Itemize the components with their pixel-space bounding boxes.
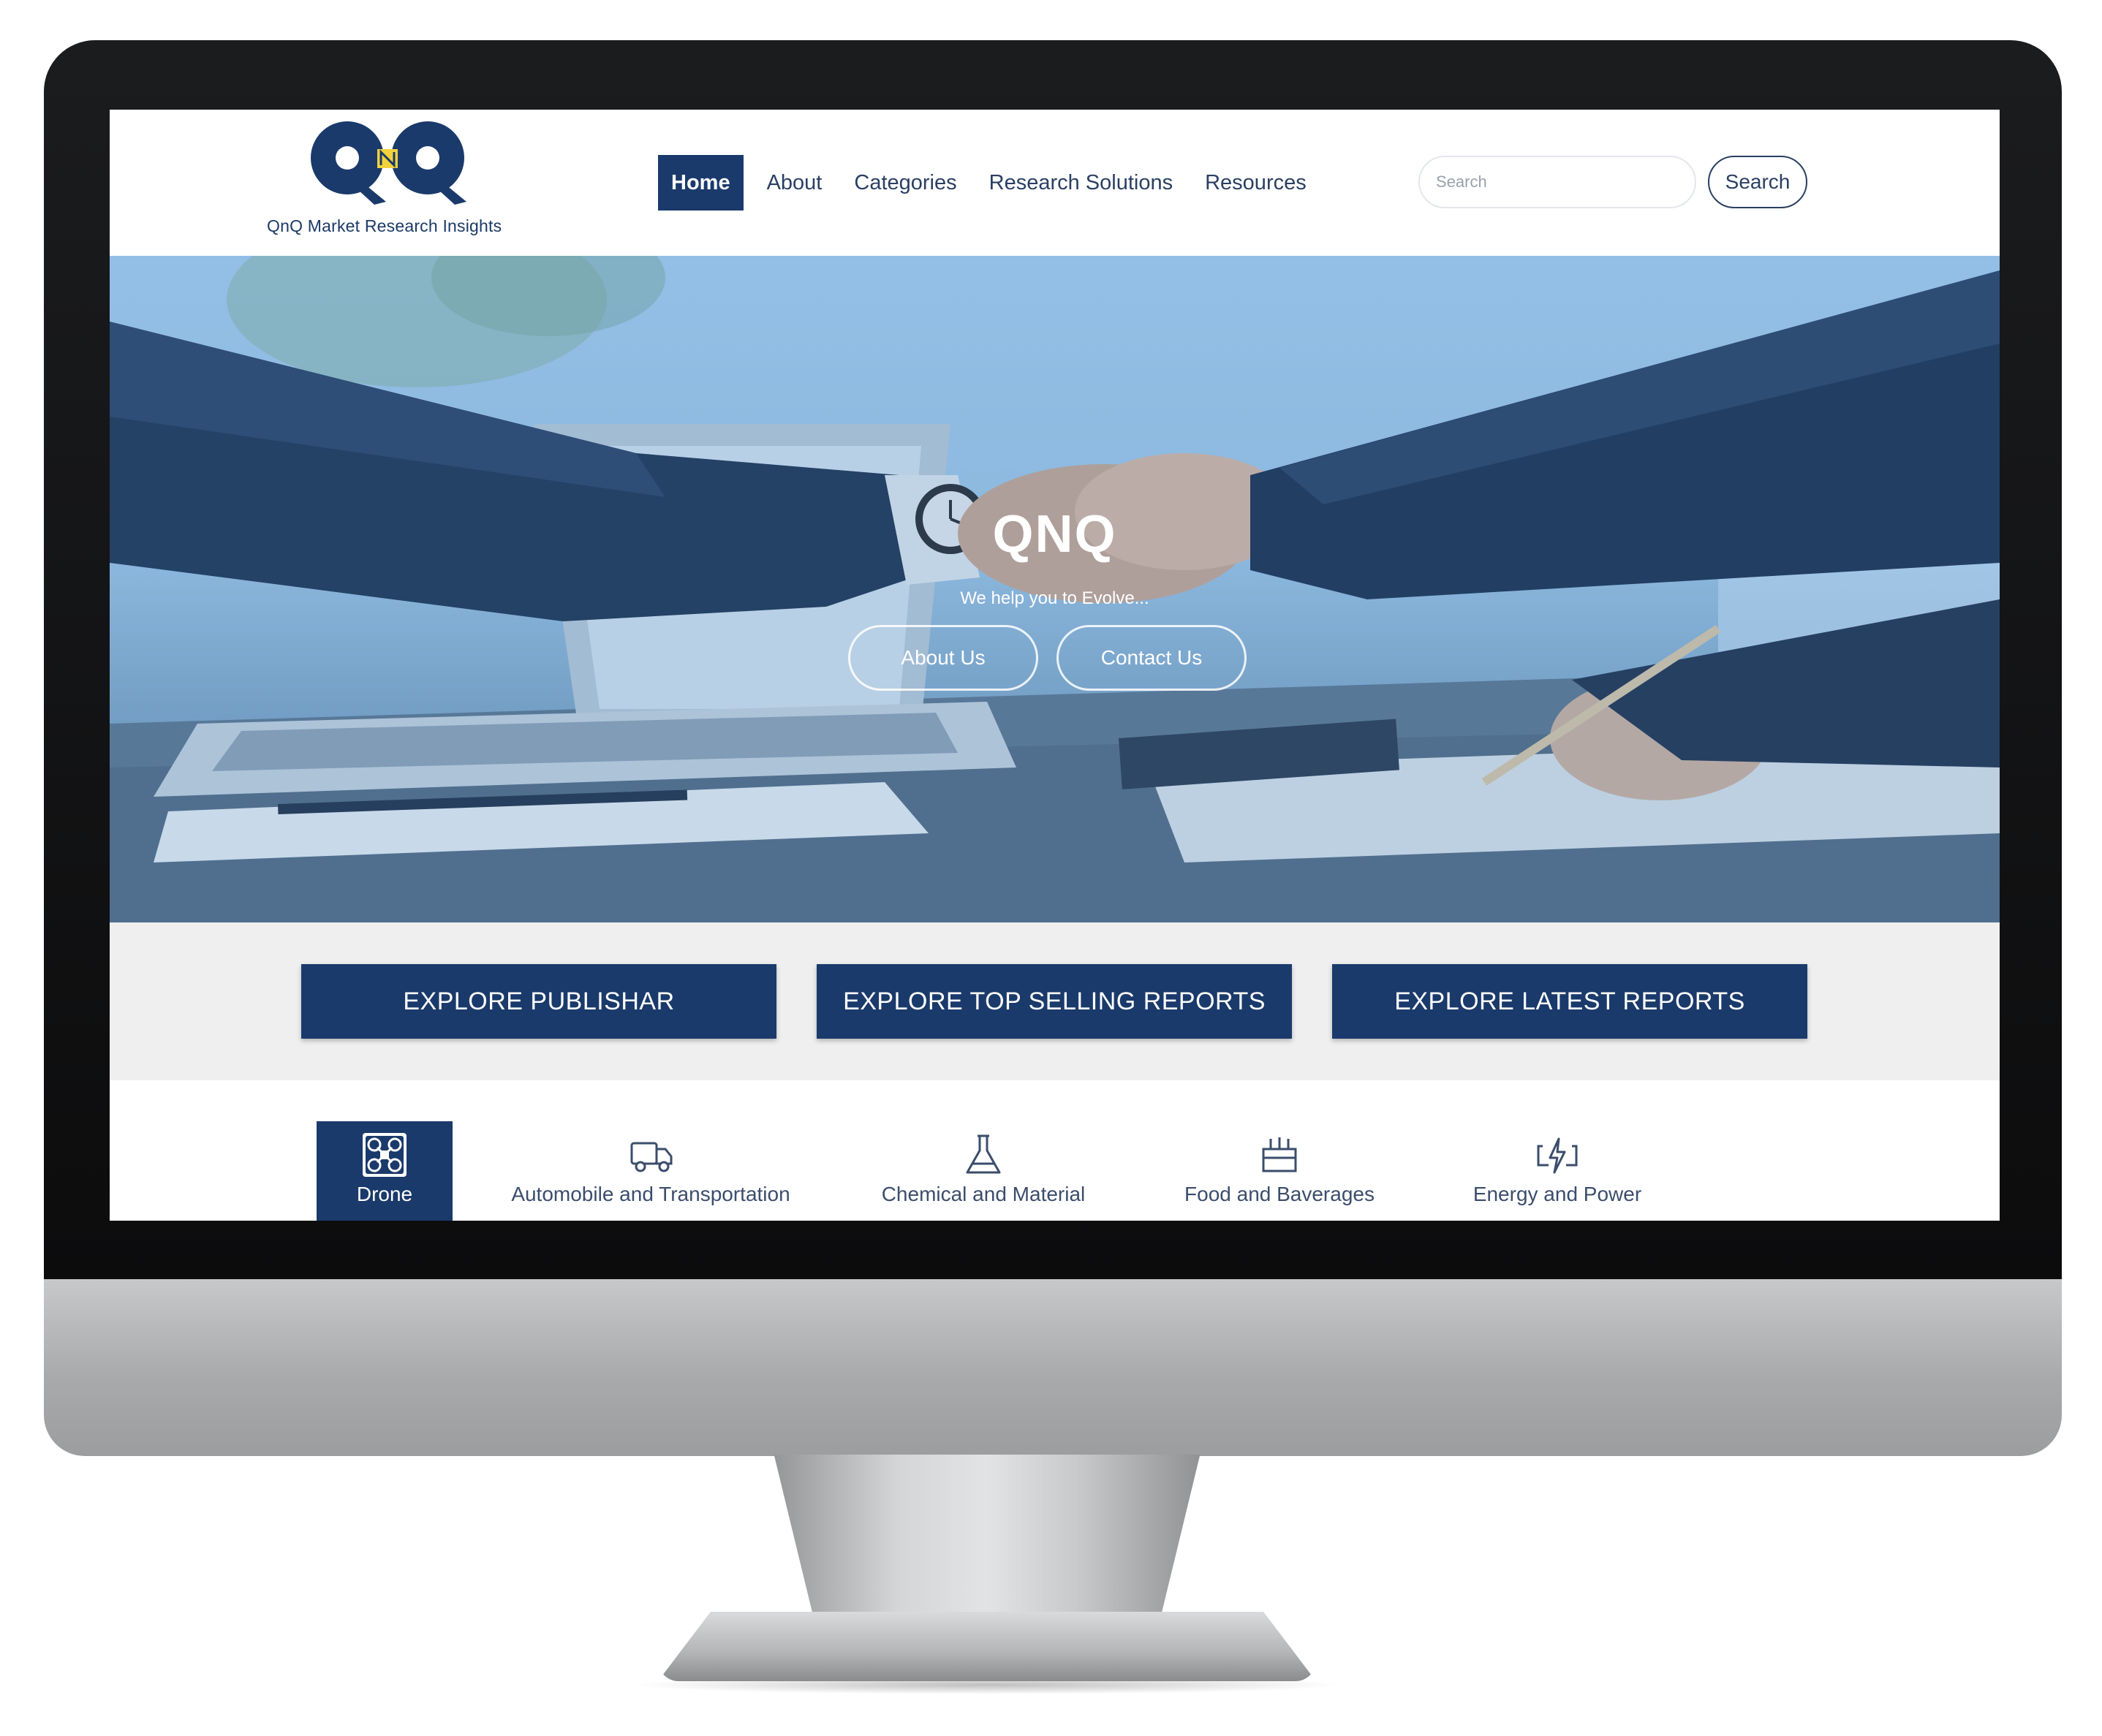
hero-subtitle: We help you to Evolve... [960, 588, 1149, 608]
flask-icon [966, 1134, 1001, 1174]
category-tab-automobile[interactable]: Automobile and Transportation [497, 1121, 804, 1221]
search-button[interactable]: Search [1708, 156, 1807, 208]
monitor-screen: QnQ Market Research Insights Home About … [110, 110, 2000, 1221]
logo-tagline: QnQ Market Research Insights [267, 216, 502, 235]
hero-title: QNQ [992, 505, 1117, 564]
monitor-chin [44, 1279, 2062, 1456]
category-tab-chemical[interactable]: Chemical and Material [866, 1121, 1100, 1221]
nav-about[interactable]: About [751, 155, 839, 211]
category-tab-energy[interactable]: Energy and Power [1448, 1121, 1667, 1221]
explore-latest-button[interactable]: EXPLORE LATEST REPORTS [1332, 964, 1807, 1039]
explore-top-selling-button[interactable]: EXPLORE TOP SELLING REPORTS [817, 964, 1292, 1039]
nav-categories[interactable]: Categories [838, 155, 972, 211]
explore-section: EXPLORE PUBLISHAR EXPLORE TOP SELLING RE… [110, 922, 2000, 1080]
category-tab-food[interactable]: Food and Baverages [1170, 1121, 1389, 1221]
drone-icon [363, 1133, 407, 1177]
nav-resources[interactable]: Resources [1189, 155, 1323, 211]
nav-home[interactable]: Home [658, 155, 744, 211]
site-logo[interactable]: QnQ Market Research Insights [267, 115, 530, 247]
explore-publishar-button[interactable]: EXPLORE PUBLISHAR [301, 964, 776, 1039]
hero-banner: QNQ We help you to Evolve... About Us Co… [110, 256, 2000, 922]
food-icon [1262, 1137, 1297, 1172]
contact-us-button[interactable]: Contact Us [1056, 625, 1247, 691]
category-label: Energy and Power [1472, 1183, 1642, 1205]
category-label: Automobile and Transportation [511, 1183, 790, 1205]
truck-icon [630, 1142, 673, 1172]
category-tabs: Drone Automobile and Transportation Chem… [110, 1080, 2000, 1221]
monitor-stand-base [658, 1612, 1316, 1681]
main-nav: Home About Categories Research Solutions… [658, 155, 1323, 211]
site-header: QnQ Market Research Insights Home About … [110, 110, 2000, 256]
category-label: Food and Baverages [1184, 1183, 1375, 1205]
category-label: Chemical and Material [881, 1183, 1086, 1205]
monitor-stand-neck [774, 1455, 1201, 1623]
category-label: Drone [356, 1183, 413, 1205]
category-tab-drone[interactable]: Drone [317, 1121, 453, 1221]
search-input[interactable]: Search [1418, 156, 1696, 208]
about-us-button[interactable]: About Us [848, 625, 1038, 691]
energy-icon [1537, 1137, 1578, 1174]
qnq-logo-icon [311, 121, 466, 205]
nav-research-solutions[interactable]: Research Solutions [973, 155, 1189, 211]
